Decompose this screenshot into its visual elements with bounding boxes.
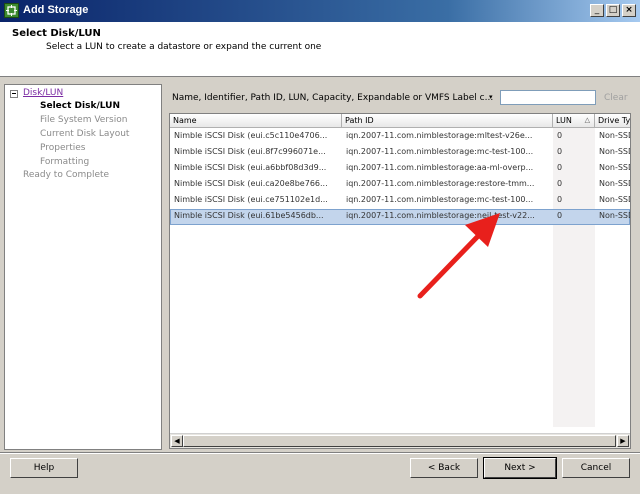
cell-path-id: iqn.2007-11.com.nimblestorage:mltest-v26…	[346, 131, 533, 140]
cell-path-id: iqn.2007-11.com.nimblestorage:mc-test-10…	[346, 195, 534, 204]
horizontal-scrollbar[interactable]: ◀ ▶	[170, 433, 630, 448]
cell-drive-type: Non-SSD	[599, 147, 631, 156]
cell-path-id: iqn.2007-11.com.nimblestorage:mc-test-10…	[346, 147, 534, 156]
collapse-icon[interactable]	[10, 90, 18, 98]
table-header: Name Path ID LUN △ Drive Ty	[170, 114, 630, 128]
cell-path-id: iqn.2007-11.com.nimblestorage:neil-test-…	[346, 211, 535, 220]
cell-drive-type: Non-SSD	[599, 211, 631, 220]
cell-name: Nimble iSCSI Disk (eui.c5c110e4706...	[174, 131, 328, 140]
scroll-left-icon[interactable]: ◀	[171, 435, 183, 447]
table-row[interactable]: Nimble iSCSI Disk (eui.ce751102e1d... iq…	[170, 193, 630, 209]
cell-drive-type: Non-SSD	[599, 179, 631, 188]
table-row[interactable]: Nimble iSCSI Disk (eui.a6bbf08d3d9... iq…	[170, 161, 630, 177]
wizard-header: Select Disk/LUN Select a LUN to create a…	[0, 22, 640, 77]
table-row-selected[interactable]: Nimble iSCSI Disk (eui.61be5456db... iqn…	[170, 209, 630, 225]
filter-field-selector[interactable]: Name, Identifier, Path ID, LUN, Capacity…	[172, 93, 493, 103]
help-button[interactable]: Help	[10, 458, 78, 478]
cell-lun: 0	[557, 211, 563, 220]
page-subtitle: Select a LUN to create a datastore or ex…	[46, 42, 322, 52]
cell-lun: 0	[557, 195, 563, 204]
maximize-button[interactable]: □	[606, 4, 620, 17]
scroll-right-icon[interactable]: ▶	[617, 435, 629, 447]
cell-name: Nimble iSCSI Disk (eui.ca20e8be766...	[174, 179, 328, 188]
table-row[interactable]: Nimble iSCSI Disk (eui.8f7c996071e... iq…	[170, 145, 630, 161]
nav-step-disk-lun[interactable]: Disk/LUN	[23, 88, 63, 98]
wizard-steps-panel: Disk/LUN Select Disk/LUN File System Ver…	[4, 84, 162, 450]
cell-path-id: iqn.2007-11.com.nimblestorage:restore-tm…	[346, 179, 535, 188]
nav-step-select-disk: Select Disk/LUN	[40, 101, 120, 111]
column-header-drive-type[interactable]: Drive Ty	[595, 114, 630, 128]
cell-lun: 0	[557, 131, 563, 140]
cell-lun: 0	[557, 147, 563, 156]
chevron-down-icon[interactable]: ▾	[489, 93, 493, 101]
nav-step-properties: Properties	[40, 143, 86, 153]
cell-drive-type: Non-SSD	[599, 163, 631, 172]
scrollbar-thumb[interactable]	[183, 435, 616, 447]
cell-lun: 0	[557, 179, 563, 188]
window-title: Add Storage	[23, 4, 89, 16]
cell-name: Nimble iSCSI Disk (eui.8f7c996071e...	[174, 147, 326, 156]
cell-name: Nimble iSCSI Disk (eui.ce751102e1d...	[174, 195, 328, 204]
table-row[interactable]: Nimble iSCSI Disk (eui.ca20e8be766... iq…	[170, 177, 630, 193]
minimize-button[interactable]: _	[590, 4, 604, 17]
close-button[interactable]: ×	[622, 4, 636, 17]
add-storage-icon	[4, 3, 19, 18]
cell-name: Nimble iSCSI Disk (eui.61be5456db...	[174, 211, 324, 220]
nav-step-formatting: Formatting	[40, 157, 90, 167]
nav-step-file-system-version: File System Version	[40, 115, 128, 125]
nav-step-ready-to-complete: Ready to Complete	[23, 170, 110, 180]
column-header-lun[interactable]: LUN △	[553, 114, 595, 128]
column-header-path-id[interactable]: Path ID	[342, 114, 553, 128]
lun-table: Name Path ID LUN △ Drive Ty Nimble iSCSI…	[169, 113, 631, 449]
cell-lun: 0	[557, 163, 563, 172]
table-row[interactable]: Nimble iSCSI Disk (eui.c5c110e4706... iq…	[170, 129, 630, 145]
nav-step-current-disk-layout: Current Disk Layout	[40, 129, 130, 139]
cancel-button[interactable]: Cancel	[562, 458, 630, 478]
filter-bar: Name, Identifier, Path ID, LUN, Capacity…	[170, 88, 632, 110]
cell-drive-type: Non-SSD	[599, 195, 631, 204]
next-button[interactable]: Next >	[483, 457, 557, 479]
column-header-name[interactable]: Name	[170, 114, 342, 128]
cell-drive-type: Non-SSD	[599, 131, 631, 140]
filter-input[interactable]	[500, 90, 596, 105]
cell-path-id: iqn.2007-11.com.nimblestorage:aa-ml-over…	[346, 163, 534, 172]
back-button[interactable]: < Back	[410, 458, 478, 478]
column-header-lun-label: LUN	[556, 116, 572, 125]
page-title: Select Disk/LUN	[12, 28, 101, 39]
sort-ascending-icon: △	[584, 116, 590, 124]
footer-divider	[0, 452, 640, 454]
clear-filter-button[interactable]: Clear	[604, 93, 628, 103]
window-titlebar: Add Storage _ □ ×	[0, 0, 640, 22]
cell-name: Nimble iSCSI Disk (eui.a6bbf08d3d9...	[174, 163, 327, 172]
